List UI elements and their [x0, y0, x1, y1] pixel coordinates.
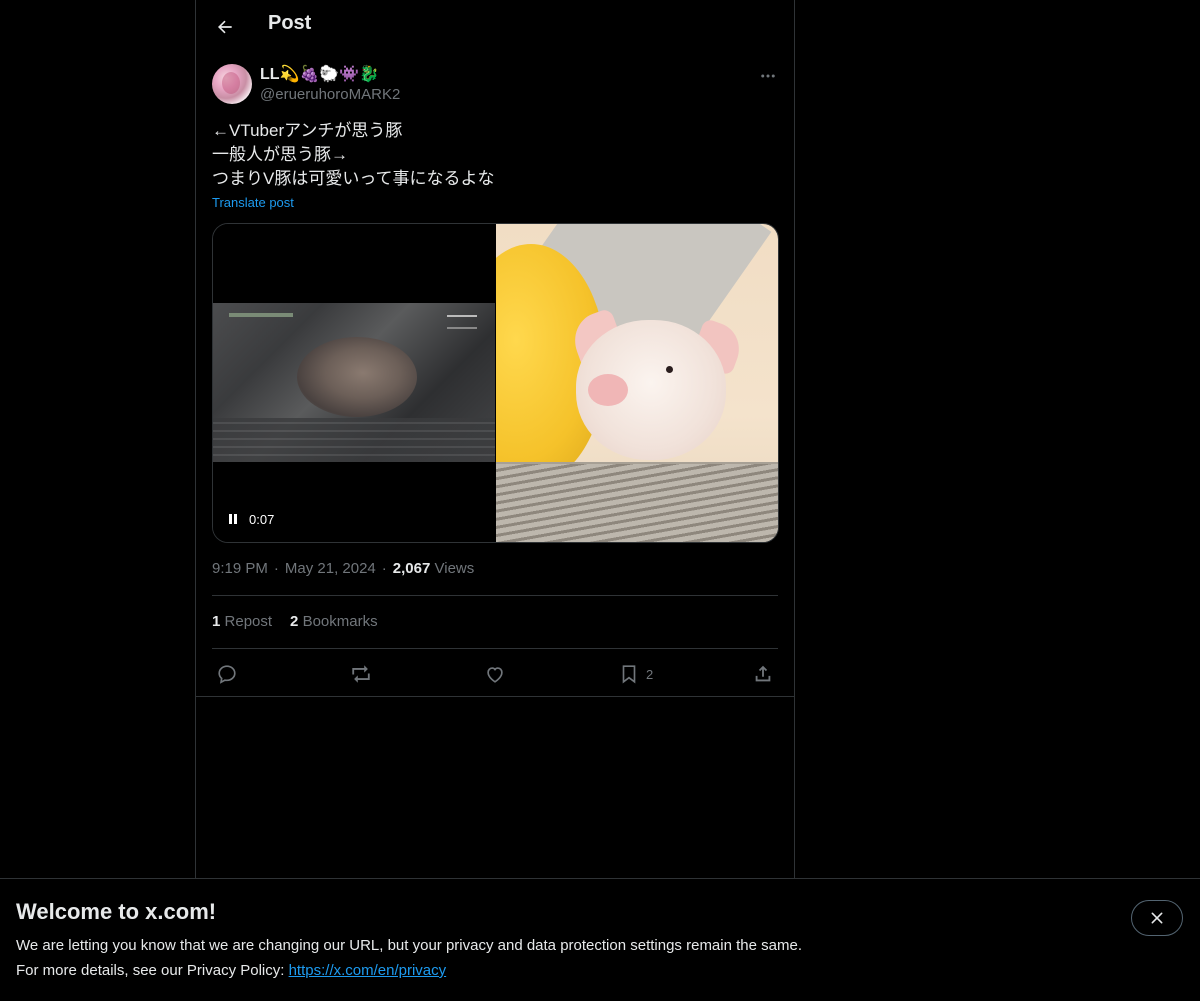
divider	[212, 648, 778, 649]
post-text: ←VTuberアンチが思う豚 一般人が思う豚→ つまりV豚は可愛いって事になるよ…	[212, 119, 495, 191]
meta-separator: ·	[273, 560, 279, 577]
divider	[212, 595, 778, 596]
post-line: ←VTuberアンチが思う豚	[212, 121, 403, 140]
reply-icon	[218, 665, 236, 684]
action-bar: 2	[212, 660, 778, 688]
banner-message: We are letting you know that we are chan…	[16, 937, 802, 954]
views-label: Views	[434, 560, 475, 577]
author-display-name[interactable]: LL💫🍇🐑👾🐉	[260, 64, 379, 84]
post-stats: 1 Repost 2 Bookmarks	[212, 613, 396, 630]
pause-button[interactable]	[229, 514, 237, 524]
bookmarks-stat[interactable]: 2 Bookmarks	[290, 613, 378, 630]
post-date[interactable]: May 21, 2024	[285, 560, 376, 577]
bookmarks-count: 2	[290, 613, 299, 630]
video-player[interactable]: 0:07	[213, 224, 495, 542]
more-icon	[761, 74, 775, 78]
banner-title: Welcome to x.com!	[16, 899, 217, 924]
banner-privacy-prefix: For more details, see our Privacy Policy…	[16, 962, 289, 979]
more-options-button[interactable]	[752, 62, 784, 90]
post-meta: 9:19 PM · May 21, 2024 · 2,067 Views	[212, 560, 474, 577]
arrow-left-icon	[218, 20, 232, 34]
share-icon	[755, 665, 771, 682]
post-header: Post	[196, 0, 794, 54]
pause-icon-bar	[234, 514, 237, 524]
close-banner-button[interactable]	[1131, 900, 1183, 936]
share-button[interactable]	[752, 660, 774, 688]
divider	[196, 696, 794, 697]
close-icon	[1151, 912, 1163, 924]
video-frame	[213, 303, 495, 462]
post-line: 一般人が思う豚→	[212, 145, 348, 164]
pig-image[interactable]	[496, 224, 778, 542]
bookmarks-label: Bookmarks	[302, 613, 378, 630]
repost-icon	[352, 665, 370, 683]
author-username[interactable]: @erueruhoroMARK2	[260, 86, 400, 103]
reposts-label: Repost	[224, 613, 273, 630]
pig-eye	[666, 366, 673, 373]
video-hud-indicator	[447, 315, 477, 329]
bookmark-icon	[622, 665, 636, 684]
basket	[496, 464, 778, 542]
video-creature	[297, 337, 417, 417]
reply-button[interactable]	[216, 660, 238, 688]
post-line: つまりV豚は可愛いって事になるよな	[212, 169, 495, 188]
page-title: Post	[268, 12, 312, 34]
post-time[interactable]: 9:19 PM	[212, 560, 268, 577]
bookmark-button[interactable]: 2	[618, 660, 653, 688]
reposts-stat[interactable]: 1 Repost	[212, 613, 272, 630]
meta-separator: ·	[381, 560, 387, 577]
media-container[interactable]: 0:07	[212, 223, 779, 543]
repost-button[interactable]	[350, 660, 372, 688]
like-button[interactable]	[484, 660, 506, 688]
views-count: 2,067	[392, 560, 431, 577]
banner-privacy-line: For more details, see our Privacy Policy…	[16, 962, 446, 979]
translate-post-link[interactable]: Translate post	[212, 195, 294, 210]
video-timestamp: 0:07	[249, 512, 275, 527]
welcome-banner: Welcome to x.com! We are letting you kno…	[0, 878, 1200, 1001]
like-icon	[487, 667, 503, 683]
reposts-count: 1	[212, 613, 221, 630]
back-button[interactable]	[208, 10, 242, 44]
pause-icon-bar	[229, 514, 232, 524]
video-hud-bar	[229, 313, 293, 317]
privacy-policy-link[interactable]: https://x.com/en/privacy	[289, 962, 447, 979]
post-column: Post LL💫🍇🐑👾🐉 @erueruhoroMARK2 ←VTuberアンチ…	[195, 0, 795, 1000]
avatar[interactable]	[212, 64, 252, 104]
video-stairs	[213, 418, 495, 462]
pig-snout	[588, 374, 628, 406]
bookmark-count: 2	[646, 666, 654, 682]
